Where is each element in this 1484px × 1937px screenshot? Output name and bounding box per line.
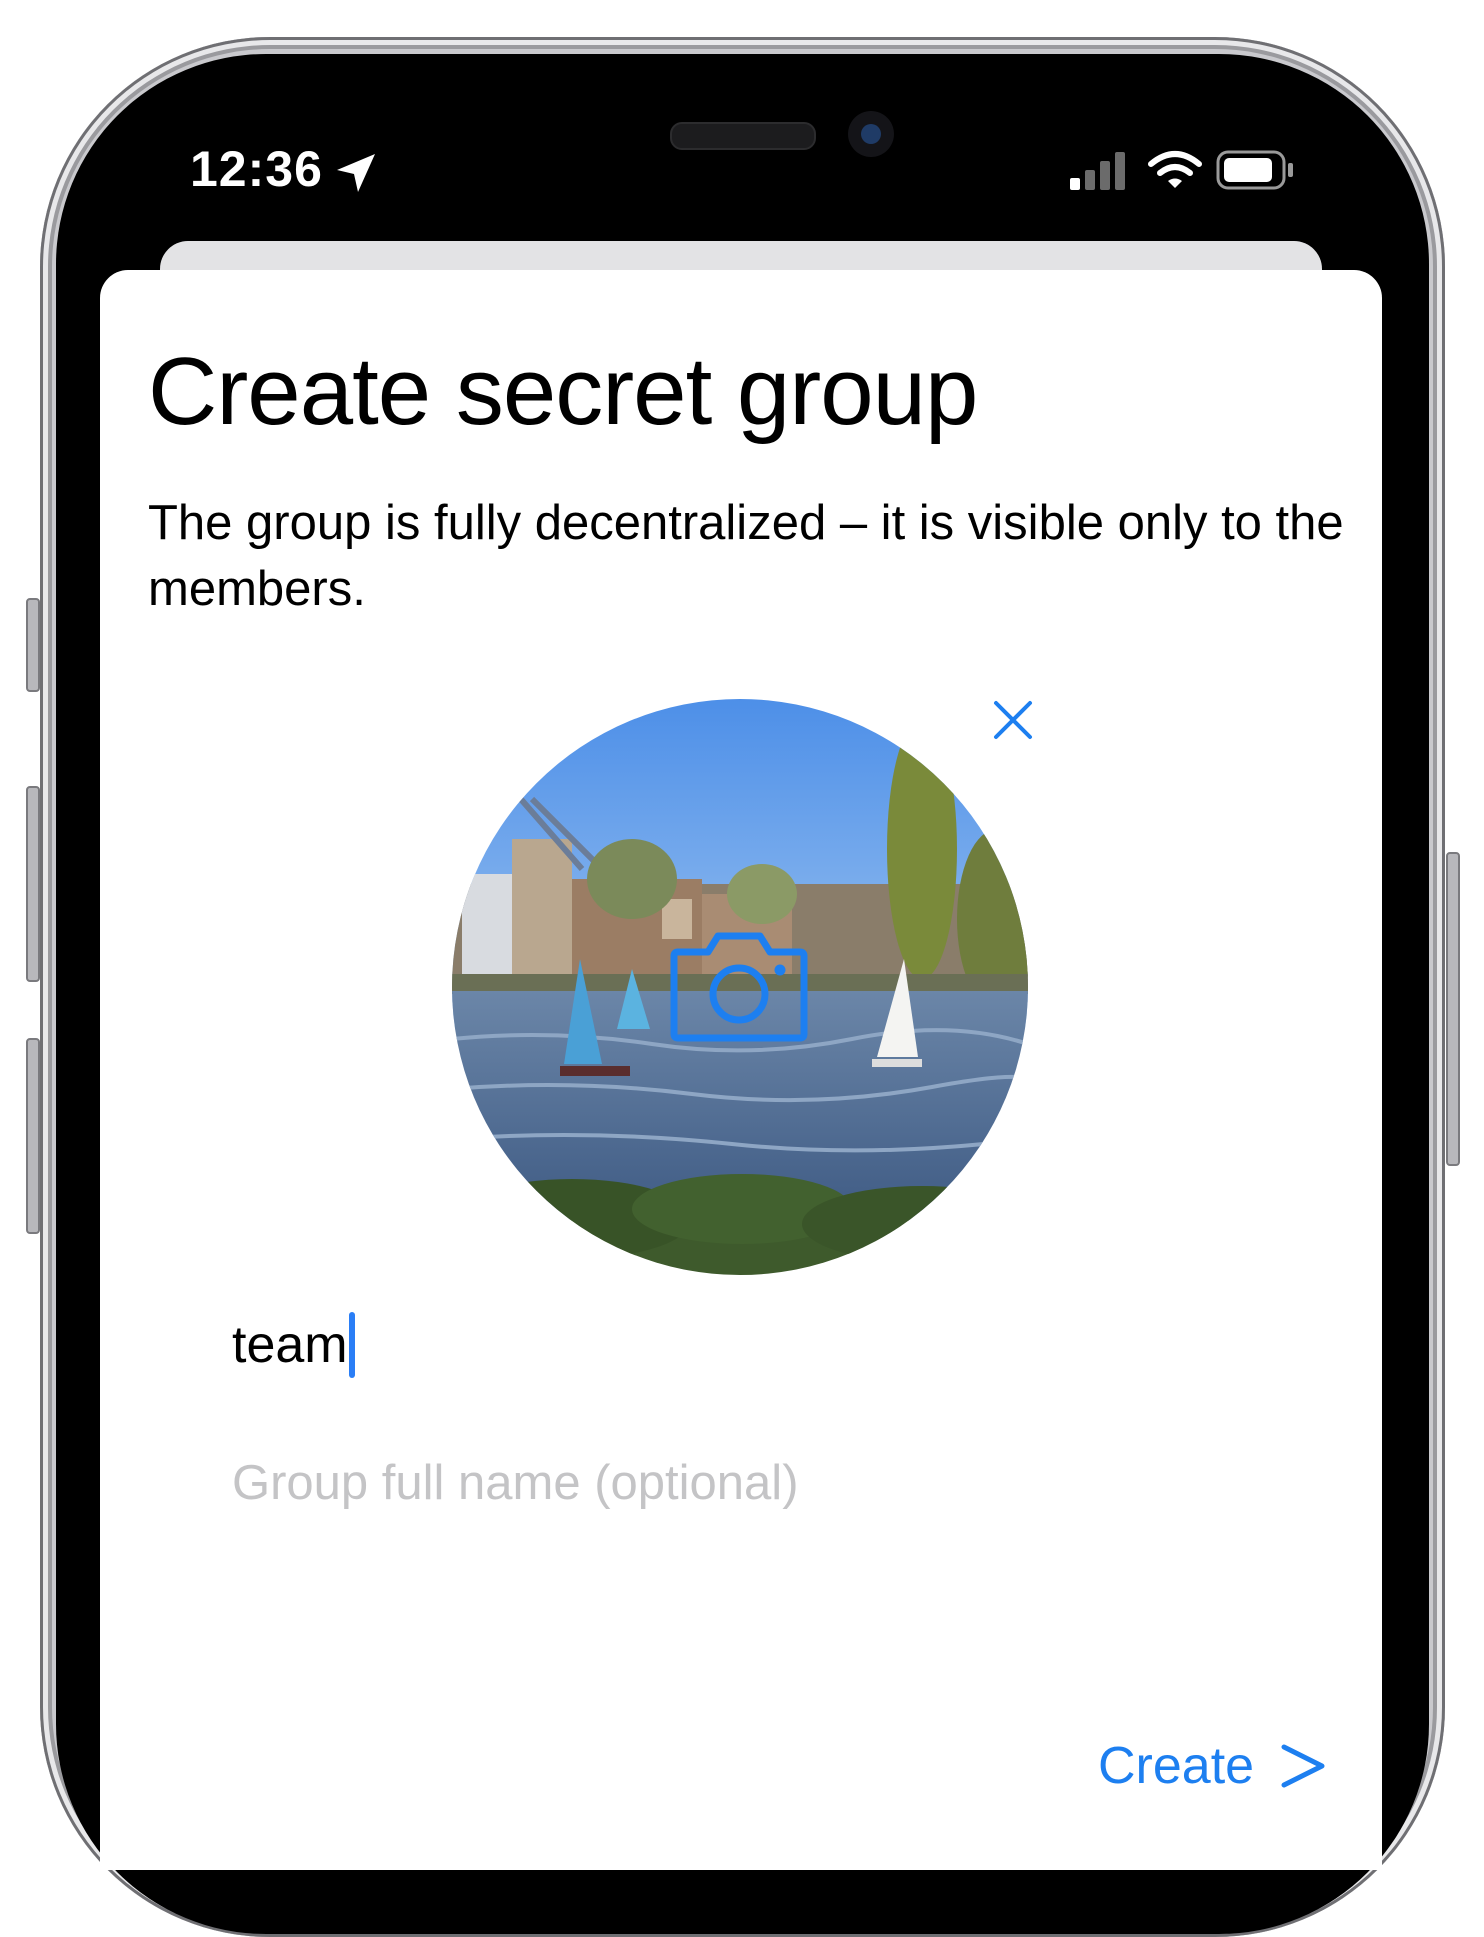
page-description: The group is fully decentralized – it is… [148,496,1344,616]
wifi-icon [1148,151,1202,188]
cellular-signal-icon [1070,152,1125,190]
text-cursor [348,1312,355,1378]
group-full-name-placeholder: Group full name (optional) [232,1456,799,1510]
location-arrow-icon [337,154,375,192]
group-display-name-value: team [232,1316,348,1374]
front-camera [848,111,894,157]
group-display-name-input[interactable]: team [232,1312,1132,1382]
camera-icon[interactable] [666,930,812,1044]
status-time: 12:36 [190,141,323,197]
silent-switch [26,598,40,692]
battery-icon [1216,150,1293,190]
volume-down-button [26,1038,40,1234]
create-button[interactable]: Create [1098,1731,1326,1801]
power-button [1446,852,1460,1166]
group-full-name-input[interactable]: Group full name (optional) [232,1455,1132,1525]
volume-up-button [26,786,40,982]
create-button-label: Create [1098,1737,1255,1795]
close-icon[interactable] [990,697,1036,743]
chevron-right-icon [1281,1744,1325,1788]
earpiece-speaker [670,122,816,150]
page-title: Create secret group [148,338,978,445]
